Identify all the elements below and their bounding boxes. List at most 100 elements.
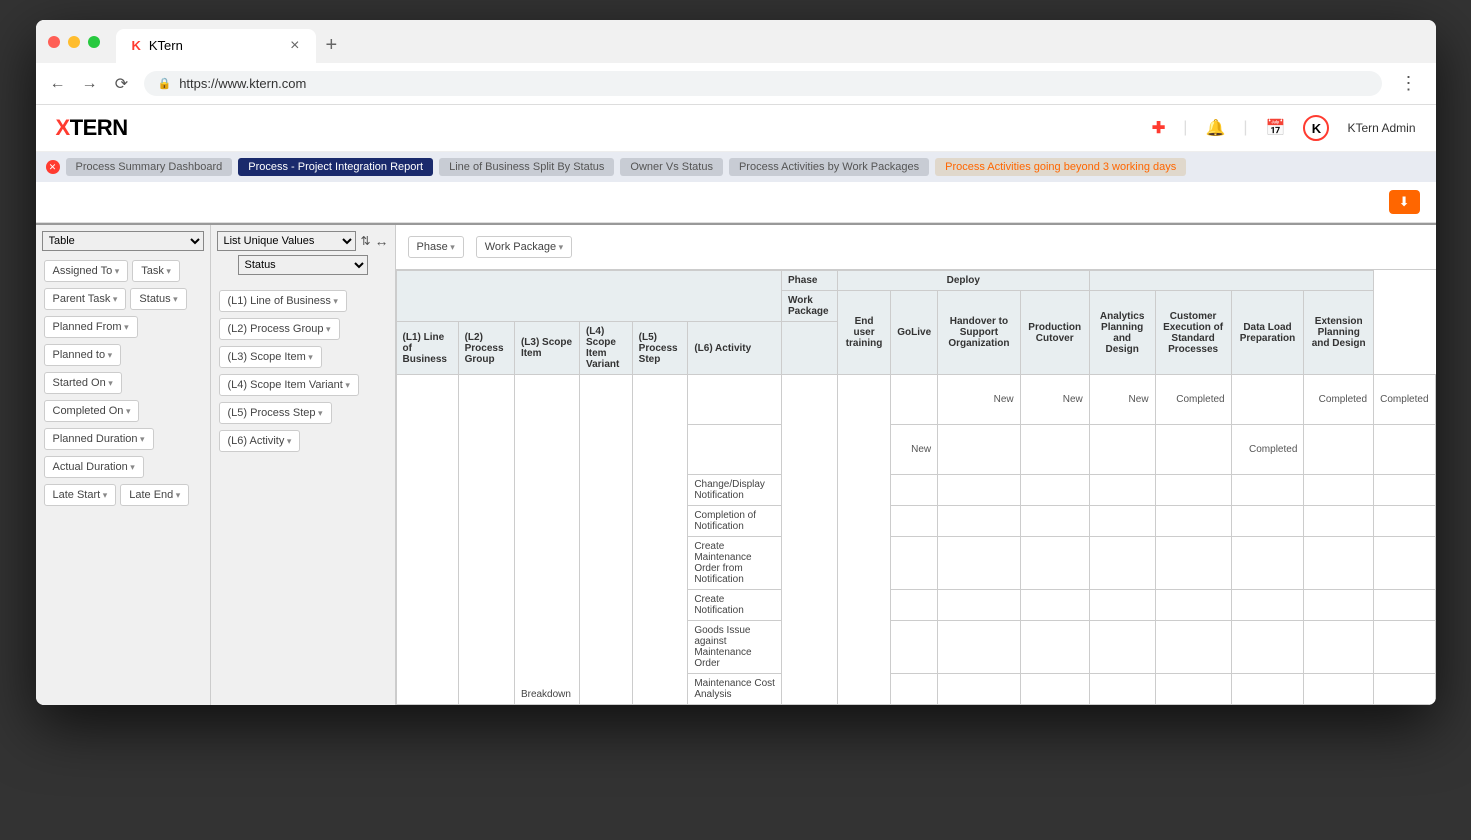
window-maximize-icon[interactable] (88, 36, 100, 48)
row-field-chip[interactable]: (L4) Scope Item Variant (219, 374, 359, 396)
wp-col: Handover to Support Organization (938, 291, 1021, 375)
reload-icon[interactable]: ⟳ (112, 74, 132, 94)
value-cell (1155, 590, 1231, 621)
value-cell (891, 475, 938, 506)
field-chip[interactable]: Completed On (44, 400, 140, 422)
col-field-workpackage[interactable]: Work Package (476, 236, 572, 258)
tab-process-summary[interactable]: Process Summary Dashboard (66, 158, 233, 176)
field-chip[interactable]: Planned Duration (44, 428, 154, 450)
window-close-icon[interactable] (48, 36, 60, 48)
tab-project-integration[interactable]: Process - Project Integration Report (238, 158, 433, 176)
value-cell (1304, 425, 1374, 475)
value-cell: New (938, 375, 1021, 425)
browser-tab[interactable]: K KTern × (116, 29, 316, 63)
value-cell (938, 590, 1021, 621)
value-cell (1374, 537, 1435, 590)
window-minimize-icon[interactable] (68, 36, 80, 48)
tab-owner-status[interactable]: Owner Vs Status (620, 158, 723, 176)
browser-menu-icon[interactable]: ⋮ (1394, 73, 1424, 94)
row-header: (L4) Scope Item Variant (579, 322, 632, 375)
field-chip[interactable]: Late Start (44, 484, 117, 506)
logo-text: TERN (70, 115, 128, 140)
process-step-cell (688, 425, 782, 475)
forward-icon[interactable]: → (80, 75, 100, 93)
bell-icon[interactable]: 🔔 (1205, 118, 1225, 138)
value-cell: New (1089, 375, 1155, 425)
app-logo[interactable]: XTERN (56, 115, 128, 141)
value-cell: New (891, 425, 938, 475)
row-field-chip[interactable]: (L3) Scope Item (219, 346, 322, 368)
address-bar[interactable]: 🔒 https://www.ktern.com (144, 71, 1382, 96)
tab-activities-overdue[interactable]: Process Activities going beyond 3 workin… (935, 158, 1186, 176)
field-chip[interactable]: Assigned To (44, 260, 129, 282)
row-field-chip[interactable]: (L6) Activity (219, 430, 301, 452)
new-tab-button[interactable]: + (316, 28, 348, 63)
tab-activities-wp[interactable]: Process Activities by Work Packages (729, 158, 929, 176)
close-tab-icon[interactable]: × (290, 37, 299, 55)
value-cell (1155, 425, 1231, 475)
field-chip[interactable]: Started On (44, 372, 122, 394)
value-cell: Completed (1155, 375, 1231, 425)
value-cell (938, 506, 1021, 537)
aggregator-select[interactable]: List Unique Values (217, 231, 357, 251)
wp-col: Customer Execution of Standard Processes (1155, 291, 1231, 375)
field-chip[interactable]: Status (130, 288, 186, 310)
wp-col: Data Load Preparation (1231, 291, 1304, 375)
value-cell (1374, 621, 1435, 674)
process-step-cell: Completion of Notification (688, 506, 782, 537)
process-step-cell: Change/Display Notification (688, 475, 782, 506)
field-chip[interactable]: Planned From (44, 316, 138, 338)
col-field-phase[interactable]: Phase (408, 236, 464, 258)
value-cell (938, 475, 1021, 506)
wp-col: GoLive (891, 291, 938, 375)
collapse-icon[interactable]: ↔ (375, 233, 389, 249)
calendar-icon[interactable]: 📅 (1266, 118, 1286, 138)
download-button[interactable]: ⬇ (1389, 190, 1420, 214)
row-field-chip[interactable]: (L2) Process Group (219, 318, 340, 340)
value-cell (1155, 674, 1231, 705)
attribute-select[interactable]: Status (238, 255, 368, 275)
row-field-chip[interactable]: (L5) Process Step (219, 402, 332, 424)
renderer-select[interactable]: Table (42, 231, 204, 251)
process-step-cell: Maintenance Cost Analysis (688, 674, 782, 705)
field-chip[interactable]: Late End (120, 484, 189, 506)
field-chip[interactable]: Task (132, 260, 180, 282)
value-cell (1089, 537, 1155, 590)
value-cell (1304, 590, 1374, 621)
value-cell (891, 375, 938, 425)
close-report-icon[interactable]: ✕ (46, 160, 60, 174)
pivot-table: Phase Deploy Work Package End user train… (396, 270, 1436, 705)
value-cell (891, 537, 938, 590)
divider: | (1183, 119, 1187, 137)
value-cell (938, 674, 1021, 705)
row-field-chip[interactable]: (L1) Line of Business (219, 290, 347, 312)
field-chip[interactable]: Parent Task (44, 288, 127, 310)
row-header: (L1) Line of Business (396, 322, 458, 375)
row-header: (L5) Process Step (632, 322, 688, 375)
value-cell (1155, 506, 1231, 537)
browser-tab-bar: K KTern × + (36, 20, 1436, 63)
value-cell (1155, 537, 1231, 590)
wp-col: Extension Planning and Design (1304, 291, 1374, 375)
tab-lob-split[interactable]: Line of Business Split By Status (439, 158, 614, 176)
value-cell (938, 425, 1021, 475)
row-fields-panel: List Unique Values ⇅ ↔ Status (L1) Line … (211, 225, 396, 705)
url-text: https://www.ktern.com (179, 76, 306, 91)
add-icon[interactable]: ✚ (1152, 118, 1165, 138)
user-name: KTern Admin (1347, 121, 1415, 135)
value-cell: Completed (1304, 375, 1374, 425)
row-header: (L2) Process Group (458, 322, 514, 375)
value-cell (1231, 506, 1304, 537)
field-chip[interactable]: Actual Duration (44, 456, 144, 478)
value-cell (1020, 475, 1089, 506)
avatar[interactable]: K (1303, 115, 1329, 141)
value-cell (1089, 506, 1155, 537)
back-icon[interactable]: ← (48, 75, 68, 93)
tab-title: KTern (149, 38, 183, 53)
value-cell (938, 621, 1021, 674)
sort-toggle-icon[interactable]: ⇅ (360, 234, 370, 248)
value-cell (891, 674, 938, 705)
field-chip[interactable]: Planned to (44, 344, 122, 366)
value-cell (1020, 506, 1089, 537)
value-cell (1089, 590, 1155, 621)
